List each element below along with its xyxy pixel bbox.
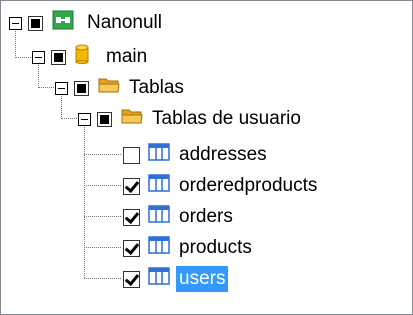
tree-node-label: products — [179, 237, 252, 258]
tree-connector — [84, 154, 121, 155]
table-icon — [148, 174, 170, 198]
tree-connector — [84, 185, 121, 186]
collapse-toggle[interactable] — [32, 50, 45, 64]
tree-node-table[interactable]: products — [123, 233, 255, 263]
folder-icon — [121, 107, 143, 131]
tree-node-table[interactable]: orders — [123, 202, 236, 232]
partial-checkbox[interactable] — [97, 111, 112, 127]
tree-node-nanonull[interactable]: Nanonull — [9, 8, 165, 38]
tree-connector — [61, 118, 77, 119]
tree-node-label: main — [106, 46, 148, 67]
tree-node-main[interactable]: main — [32, 42, 150, 72]
tree-node-label: orderedproducts — [179, 175, 318, 196]
partial-checkbox[interactable] — [28, 15, 43, 31]
tree-node-label: Nanonull — [87, 12, 162, 33]
table-checkbox[interactable] — [123, 177, 140, 195]
tree-node-table[interactable]: orderedproducts — [123, 171, 320, 201]
partial-checkbox[interactable] — [74, 80, 89, 96]
tree-connector — [15, 57, 31, 58]
tree-node-label-selected: users — [176, 266, 229, 292]
tree-node-label: orders — [179, 206, 233, 227]
tree-connector — [84, 216, 121, 217]
collapse-toggle[interactable] — [9, 16, 22, 30]
table-icon — [148, 236, 170, 260]
tree-connector — [84, 125, 85, 278]
tree-connector — [38, 87, 54, 88]
tree-node-label: addresses — [179, 144, 267, 165]
tree-node-table[interactable]: addresses — [123, 140, 270, 170]
partial-checkbox[interactable] — [51, 49, 66, 65]
tree-view-panel: Nanonull main Tablas Tablas de usuario a… — [0, 0, 413, 315]
table-icon — [148, 267, 170, 291]
table-checkbox[interactable] — [123, 239, 140, 257]
tree-connector — [84, 247, 121, 248]
tree-node-table[interactable]: users — [123, 264, 229, 294]
table-checkbox[interactable] — [123, 208, 140, 226]
folder-icon — [98, 76, 120, 100]
database-cylinder-icon — [75, 44, 89, 70]
database-connection-icon — [52, 10, 74, 36]
table-icon — [148, 205, 170, 229]
collapse-toggle[interactable] — [55, 81, 68, 95]
table-checkbox[interactable] — [123, 270, 140, 288]
tree-node-label: Tablas de usuario — [152, 108, 301, 129]
tree-node-label: Tablas — [129, 77, 184, 98]
table-icon — [148, 143, 170, 167]
collapse-toggle[interactable] — [78, 112, 91, 126]
tree-connector — [84, 278, 121, 279]
tree-node-tablas[interactable]: Tablas — [55, 73, 187, 103]
tree-node-tablas-de-usuario[interactable]: Tablas de usuario — [78, 104, 304, 134]
table-checkbox[interactable] — [123, 146, 140, 164]
